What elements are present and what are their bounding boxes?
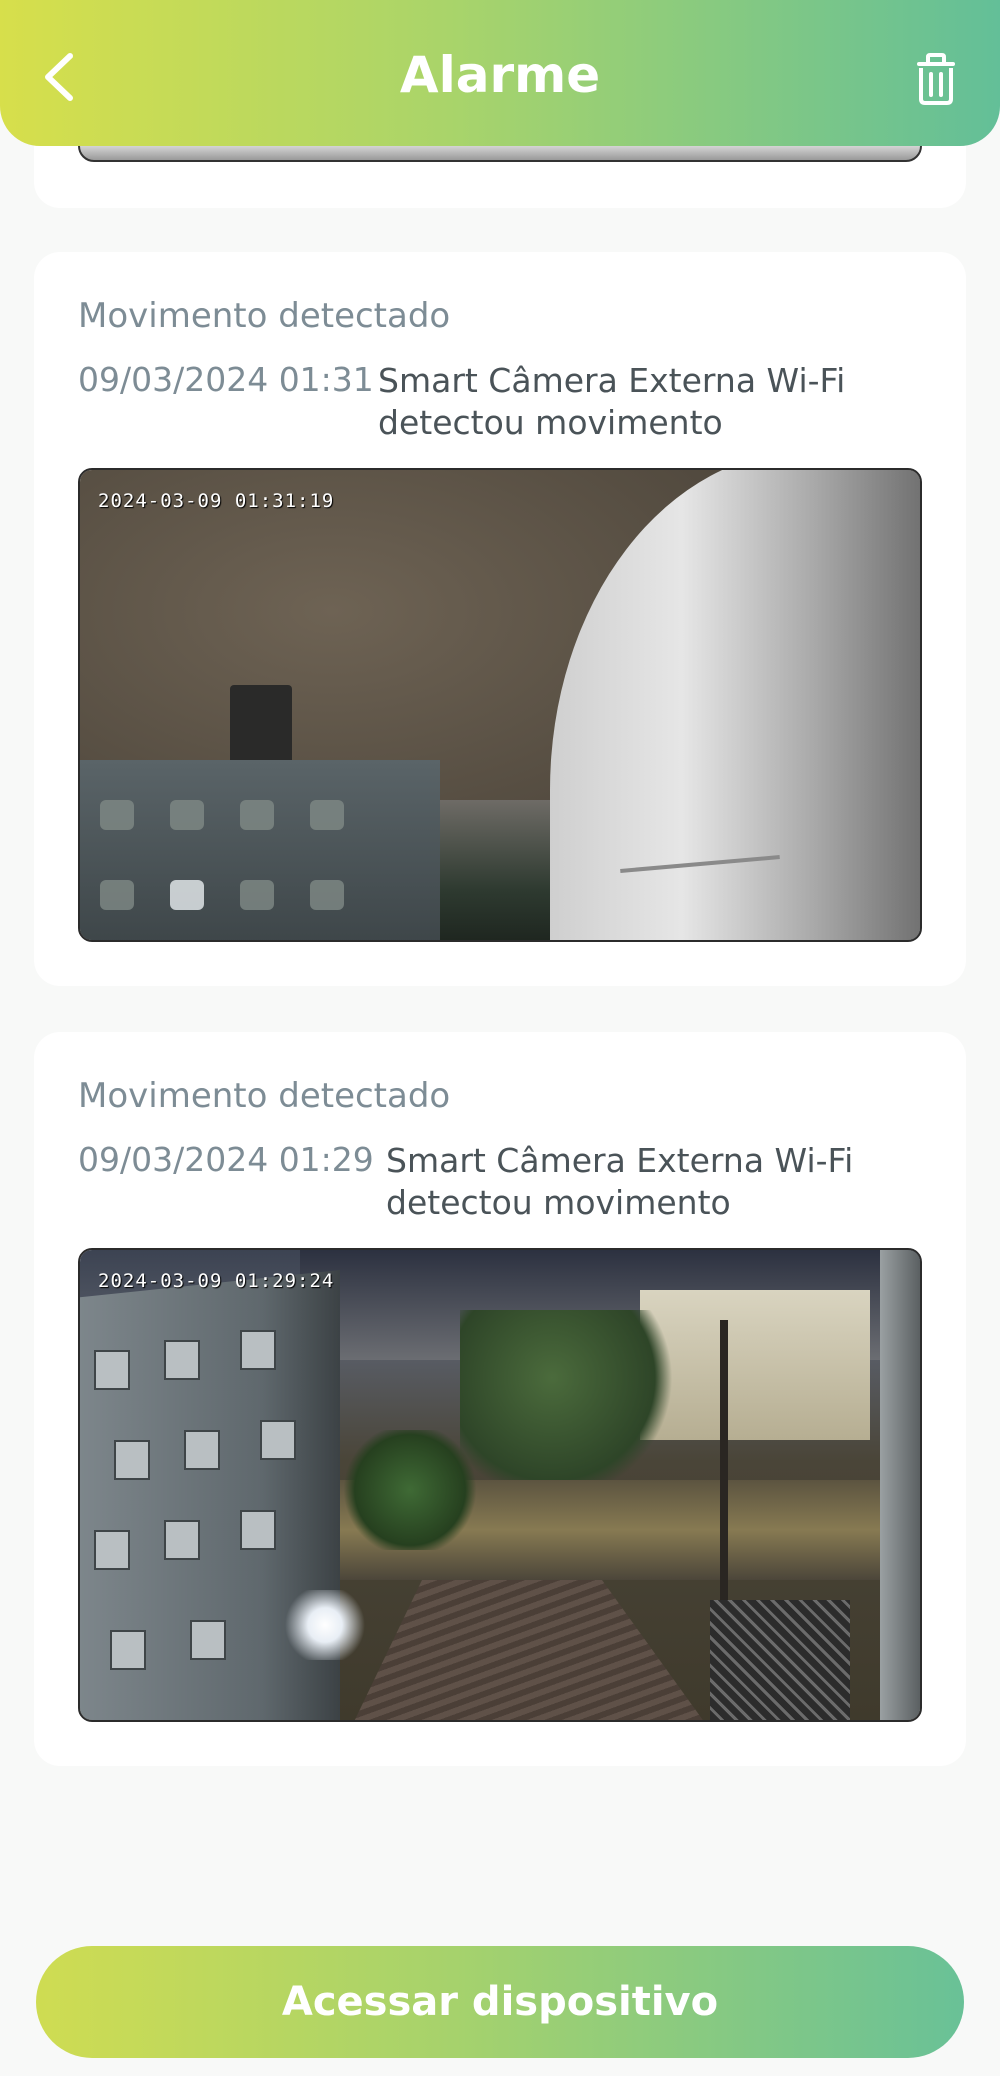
page-title: Alarme (399, 46, 601, 104)
camera-timestamp-overlay: 2024-03-09 01:31:19 (98, 490, 335, 512)
camera-image (80, 1250, 920, 1720)
trash-icon (917, 53, 955, 105)
event-card[interactable]: Movimento detectado 09/03/2024 01:31 Sma… (34, 252, 966, 986)
event-description: Smart Câmera Externa Wi-Fi detectou movi… (378, 361, 846, 442)
event-type-label: Movimento detectado (78, 296, 451, 336)
event-feed[interactable]: Movimento detectado 09/03/2024 01:31 Sma… (0, 0, 1000, 1900)
camera-image (80, 470, 920, 940)
event-snapshot[interactable]: 2024-03-09 01:31:19 (78, 468, 922, 942)
delete-button[interactable] (906, 48, 966, 110)
event-type-label: Movimento detectado (78, 1076, 451, 1116)
event-description: Smart Câmera Externa Wi-Fi detectou movi… (386, 1141, 854, 1222)
event-datetime: 09/03/2024 01:29 (78, 1140, 374, 1179)
event-card[interactable]: Movimento detectado 09/03/2024 01:29 Sma… (34, 1032, 966, 1766)
app-header: Alarme (0, 0, 1000, 146)
event-datetime: 09/03/2024 01:31 (78, 360, 374, 399)
access-device-button[interactable]: Acessar dispositivo (36, 1946, 964, 2058)
camera-timestamp-overlay: 2024-03-09 01:29:24 (98, 1270, 335, 1292)
event-snapshot[interactable]: 2024-03-09 01:29:24 (78, 1248, 922, 1722)
alarm-screen: Movimento detectado 09/03/2024 01:31 Sma… (0, 0, 1000, 2076)
